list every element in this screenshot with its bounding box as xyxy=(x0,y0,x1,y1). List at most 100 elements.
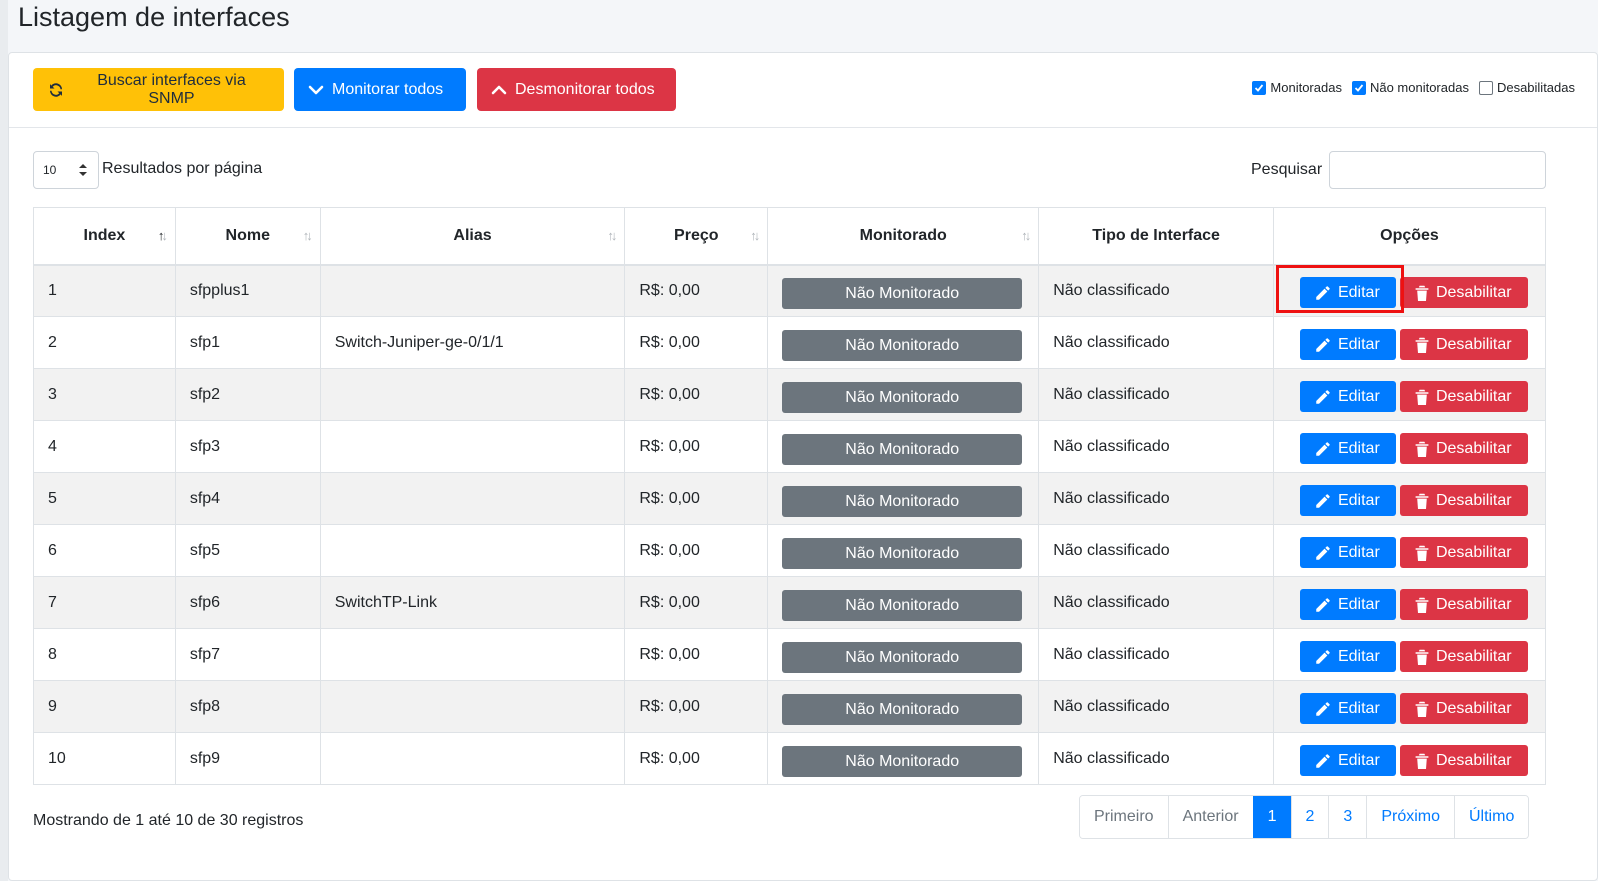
disable-label: Desabilitar xyxy=(1435,699,1512,717)
monitor-status-button[interactable]: Não Monitorado xyxy=(782,642,1023,673)
search-input[interactable] xyxy=(1329,151,1546,189)
sort-icon: ↑↓ xyxy=(750,228,760,243)
page-length-label: Resultados por página xyxy=(102,160,263,177)
cell-alias: SwitchTP-Link xyxy=(319,576,626,629)
disable-button[interactable]: Desabilitar xyxy=(1399,433,1528,464)
edit-button[interactable]: Editar xyxy=(1299,693,1396,724)
edit-label: Editar xyxy=(1337,751,1380,769)
pencil-icon xyxy=(1316,493,1330,508)
pagination-page-1[interactable]: 1 xyxy=(1252,796,1291,838)
monitor-status-button[interactable]: Não Monitorado xyxy=(782,486,1023,517)
edit-button[interactable]: Editar xyxy=(1299,329,1396,360)
monitor-status-button[interactable]: Não Monitorado xyxy=(782,434,1023,465)
table-row: 4 sfp3 R$: 0,00 Não Monitorado Não classific… xyxy=(33,420,1547,473)
disable-label: Desabilitar xyxy=(1435,283,1512,301)
trash-icon xyxy=(1415,493,1429,509)
disable-button[interactable]: Desabilitar xyxy=(1399,537,1528,568)
column-header-opcoes-label: Opções xyxy=(1380,226,1439,244)
cell-opcoes: Editar Desabilitar xyxy=(1272,264,1547,317)
monitor-status-button[interactable]: Não Monitorado xyxy=(782,538,1023,569)
edit-button[interactable]: Editar xyxy=(1299,433,1396,464)
disable-button[interactable]: Desabilitar xyxy=(1399,641,1528,672)
filter-desabilitadas-checkbox[interactable] xyxy=(1478,80,1493,95)
cell-preco: R$: 0,00 xyxy=(624,368,769,421)
unmonitor-all-label: Desmonitorar todos xyxy=(515,80,655,98)
column-header-nome[interactable]: Nome ↑↓ xyxy=(174,207,321,266)
column-header-monitorado[interactable]: Monitorado ↑↓ xyxy=(767,207,1040,266)
monitor-status-button[interactable]: Não Monitorado xyxy=(782,278,1023,310)
disable-label: Desabilitar xyxy=(1435,751,1512,769)
column-header-alias[interactable]: Alias ↑↓ xyxy=(319,207,626,266)
cell-tipo: Não classificado xyxy=(1038,368,1274,421)
monitor-status-button[interactable]: Não Monitorado xyxy=(782,590,1023,621)
trash-icon xyxy=(1415,285,1429,301)
cell-preco: R$: 0,00 xyxy=(624,264,769,317)
edit-button[interactable]: Editar xyxy=(1299,589,1396,620)
pagination-last[interactable]: Último xyxy=(1454,796,1529,838)
monitor-status-button[interactable]: Não Monitorado xyxy=(782,330,1023,361)
sort-select-icon xyxy=(79,164,87,176)
cell-index: 7 xyxy=(33,576,176,629)
disable-label: Desabilitar xyxy=(1435,595,1512,613)
pagination-page-3[interactable]: 3 xyxy=(1328,796,1367,838)
disable-label: Desabilitar xyxy=(1435,387,1512,405)
cell-index: 10 xyxy=(33,732,176,785)
pagination-previous[interactable]: Anterior xyxy=(1167,796,1253,838)
status-filters: Monitoradas Não monitoradas Desabilitada… xyxy=(1252,80,1575,95)
cell-opcoes: Editar Desabilitar xyxy=(1272,368,1547,421)
sort-asc-icon: ↑↓ xyxy=(157,228,168,243)
cell-opcoes: Editar Desabilitar xyxy=(1272,524,1547,577)
trash-icon xyxy=(1415,701,1429,717)
edit-button[interactable]: Editar xyxy=(1299,641,1396,672)
disable-button[interactable]: Desabilitar xyxy=(1399,745,1528,776)
column-header-tipo-label: Tipo de Interface xyxy=(1092,226,1220,244)
monitor-status-button[interactable]: Não Monitorado xyxy=(782,382,1023,413)
cell-nome: sfp2 xyxy=(174,368,321,421)
cell-nome: sfpplus1 xyxy=(174,264,321,317)
pagination: Primeiro Anterior 1 2 3 Próximo Último xyxy=(1079,795,1530,839)
snmp-search-button[interactable]: Buscar interfaces via SNMP xyxy=(33,68,284,111)
column-header-preco[interactable]: Preço ↑↓ xyxy=(624,207,769,266)
edit-button[interactable]: Editar xyxy=(1299,381,1396,412)
cell-index: 3 xyxy=(33,368,176,421)
disable-button[interactable]: Desabilitar xyxy=(1399,589,1528,620)
filter-monitoradas-checkbox[interactable] xyxy=(1252,80,1267,95)
disable-button[interactable]: Desabilitar xyxy=(1399,693,1528,724)
column-header-index[interactable]: Index ↑↓ xyxy=(33,207,176,266)
page-length-select[interactable]: 10 xyxy=(33,151,99,189)
edit-label: Editar xyxy=(1337,595,1380,613)
monitor-status-button[interactable]: Não Monitorado xyxy=(782,746,1023,777)
table-header-row: Index ↑↓ Nome ↑↓ Alias ↑↓ Preço ↑↓ Monit… xyxy=(33,207,1547,266)
unmonitor-all-button[interactable]: Desmonitorar todos xyxy=(477,68,676,111)
cell-nome: sfp8 xyxy=(174,680,321,733)
pagination-next[interactable]: Próximo xyxy=(1366,796,1454,838)
disable-button[interactable]: Desabilitar xyxy=(1399,381,1528,412)
edit-button[interactable]: Editar xyxy=(1299,485,1396,516)
pagination-first[interactable]: Primeiro xyxy=(1080,796,1168,838)
filter-nao-monitoradas-checkbox[interactable] xyxy=(1351,80,1366,95)
edit-label: Editar xyxy=(1337,387,1380,405)
edit-button[interactable]: Editar xyxy=(1299,277,1396,309)
disable-button[interactable]: Desabilitar xyxy=(1399,329,1528,360)
edit-button[interactable]: Editar xyxy=(1299,745,1396,776)
table-row: 6 sfp5 R$: 0,00 Não Monitorado Não classific… xyxy=(33,524,1547,577)
trash-icon xyxy=(1415,389,1429,405)
trash-icon xyxy=(1415,545,1429,561)
cell-alias xyxy=(319,420,626,473)
edit-label: Editar xyxy=(1337,335,1380,353)
disable-button[interactable]: Desabilitar xyxy=(1399,485,1528,516)
table-row: 7 sfp6 SwitchTP-Link R$: 0,00 Não Monitorado… xyxy=(33,576,1547,629)
cell-index: 6 xyxy=(33,524,176,577)
monitor-all-button[interactable]: Monitorar todos xyxy=(294,68,466,111)
edit-button[interactable]: Editar xyxy=(1299,537,1396,568)
edit-label: Editar xyxy=(1337,439,1380,457)
monitor-status-button[interactable]: Não Monitorado xyxy=(782,694,1023,725)
column-header-preco-label: Preço xyxy=(674,226,719,244)
cell-monitorado: Não Monitorado xyxy=(767,680,1040,733)
cell-tipo: Não classificado xyxy=(1038,576,1274,629)
pagination-page-2[interactable]: 2 xyxy=(1290,796,1329,838)
edit-label: Editar xyxy=(1337,491,1380,509)
cell-alias xyxy=(319,732,626,785)
cell-tipo: Não classificado xyxy=(1038,472,1274,525)
disable-button[interactable]: Desabilitar xyxy=(1399,277,1528,309)
